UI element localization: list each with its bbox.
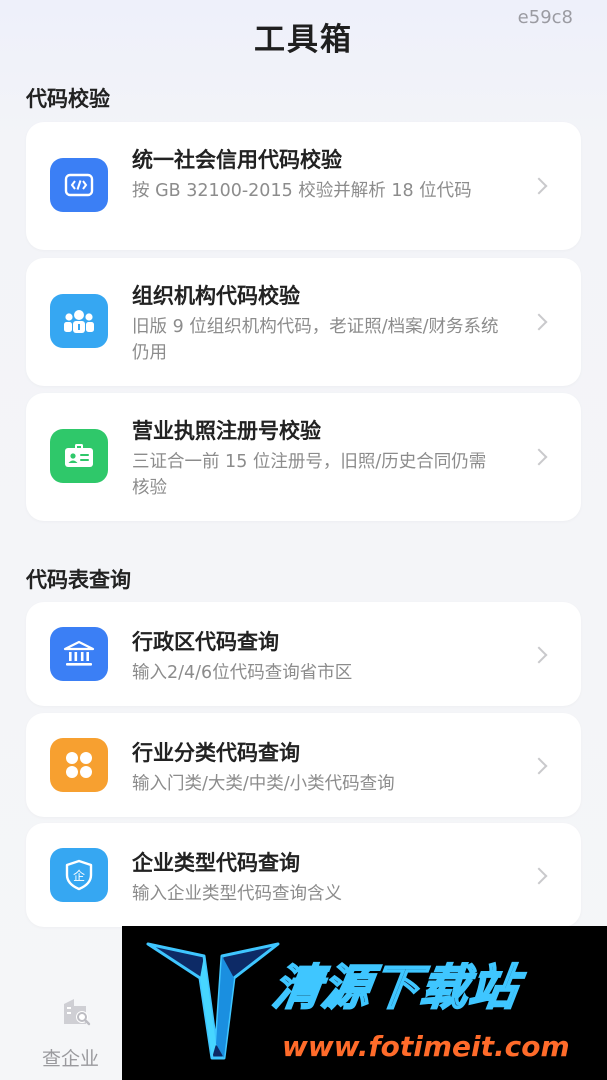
card-description: 按 GB 32100-2015 校验并解析 18 位代码 bbox=[132, 181, 472, 201]
toolbox-screen: 工具箱 e59c8 代码校验 统一社会信用代码校验 按 GB 32100-201… bbox=[0, 0, 607, 1080]
card-business-license-validation[interactable]: 营业执照注册号校验 三证合一前 15 位注册号，旧照/历史合同仍需核验 bbox=[26, 393, 581, 521]
watermark-url: www.fotimeit.com bbox=[282, 1030, 570, 1063]
card-title: 统一社会信用代码校验 bbox=[132, 148, 342, 172]
code-icon bbox=[50, 158, 108, 212]
card-title: 行政区代码查询 bbox=[132, 630, 279, 654]
section-title-code-table-lookup: 代码表查询 bbox=[26, 568, 131, 592]
watermark-logo-icon bbox=[146, 942, 280, 1060]
chevron-right-icon bbox=[530, 757, 548, 775]
card-title: 行业分类代码查询 bbox=[132, 741, 300, 765]
government-building-icon bbox=[50, 627, 108, 681]
corner-tag: e59c8 bbox=[517, 7, 573, 28]
section-title-code-validation: 代码校验 bbox=[26, 87, 110, 111]
watermark-text: 清源下载站 bbox=[268, 959, 523, 1017]
nav-label-company-search[interactable]: 查企业 bbox=[42, 1044, 99, 1071]
id-card-icon bbox=[50, 429, 108, 483]
card-enterprise-type-code-lookup[interactable]: 企 企业类型代码查询 输入企业类型代码查询含义 bbox=[26, 823, 581, 927]
card-org-code-validation[interactable]: 组织机构代码校验 旧版 9 位组织机构代码，老证照/档案/财务系统仍用 bbox=[26, 258, 581, 386]
card-title: 营业执照注册号校验 bbox=[132, 419, 321, 443]
chevron-right-icon bbox=[530, 313, 548, 331]
chevron-right-icon bbox=[530, 646, 548, 664]
card-description: 输入门类/大类/中类/小类代码查询 bbox=[132, 774, 395, 794]
card-description: 三证合一前 15 位注册号，旧照/历史合同仍需核验 bbox=[132, 452, 487, 498]
shield-enterprise-icon: 企 bbox=[50, 848, 108, 902]
card-industry-code-lookup[interactable]: 行业分类代码查询 输入门类/大类/中类/小类代码查询 bbox=[26, 713, 581, 817]
chevron-right-icon bbox=[530, 448, 548, 466]
page-title: 工具箱 bbox=[254, 22, 353, 58]
card-uscc-validation[interactable]: 统一社会信用代码校验 按 GB 32100-2015 校验并解析 18 位代码 bbox=[26, 122, 581, 250]
grid-petals-icon bbox=[50, 738, 108, 792]
people-icon bbox=[50, 294, 108, 348]
chevron-right-icon bbox=[530, 867, 548, 885]
chevron-right-icon bbox=[530, 177, 548, 195]
card-title: 组织机构代码校验 bbox=[132, 284, 300, 308]
card-description: 输入企业类型代码查询含义 bbox=[132, 884, 342, 904]
watermark-banner: 清源下载站 www.fotimeit.com bbox=[122, 926, 607, 1080]
svg-text:企: 企 bbox=[73, 868, 85, 883]
card-title: 企业类型代码查询 bbox=[132, 851, 300, 875]
company-search-icon[interactable] bbox=[60, 996, 92, 1032]
card-region-code-lookup[interactable]: 行政区代码查询 输入2/4/6位代码查询省市区 bbox=[26, 602, 581, 706]
card-description: 输入2/4/6位代码查询省市区 bbox=[132, 663, 353, 683]
card-description: 旧版 9 位组织机构代码，老证照/档案/财务系统仍用 bbox=[132, 317, 499, 363]
